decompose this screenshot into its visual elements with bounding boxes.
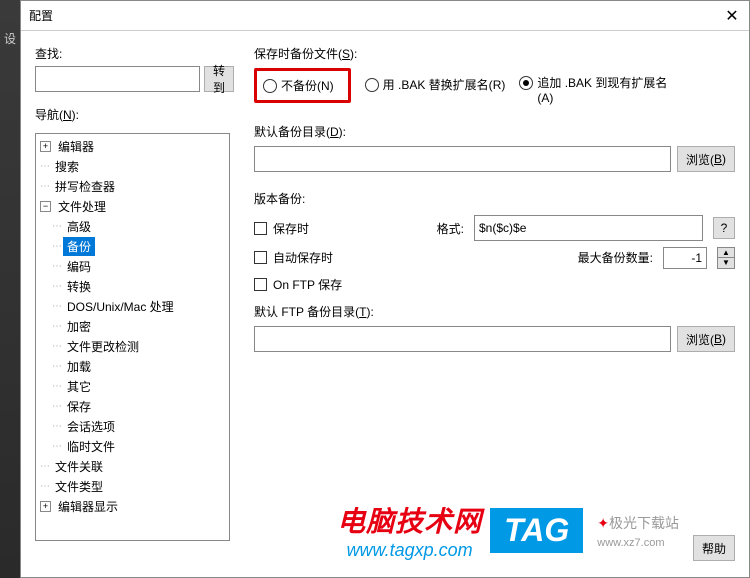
default-ftp-dir-label: 默认 FTP 备份目录(T): [254,303,735,320]
max-backup-spinner[interactable]: ▲▼ [717,247,735,269]
tree-item-save[interactable]: 保存 [63,397,95,416]
tree-item-search[interactable]: 搜索 [51,157,83,176]
cb-on-autosave[interactable]: 自动保存时 [254,249,394,266]
radio-bak-ext[interactable]: 用 .BAK 替换扩展名(R) [365,76,506,93]
cb-on-save[interactable]: 保存时 [254,220,394,237]
tree-item-file-assoc[interactable]: 文件关联 [51,457,107,476]
radio-no-backup[interactable]: 不备份(N) [263,77,334,94]
watermark-title: 电脑技术网 [337,500,482,540]
help-button[interactable]: 帮助 [693,535,735,561]
tree-item-encrypt[interactable]: 加密 [63,317,95,336]
version-backup-label: 版本备份: [254,190,735,207]
tree-item-file-type[interactable]: 文件类型 [51,477,107,496]
tree-item-session[interactable]: 会话选项 [63,417,119,436]
default-ftp-dir-input[interactable] [254,326,671,352]
collapse-icon[interactable]: − [40,201,51,212]
format-input[interactable] [474,215,703,241]
nav-label: 导航(N): [35,106,230,123]
browse-button-1[interactable]: 浏览(B) [677,146,735,172]
search-label: 查找: [35,45,230,62]
cb-on-ftp[interactable]: On FTP 保存 [254,276,735,293]
watermark-url: www.tagxp.com [347,540,473,561]
tree-item-encoding[interactable]: 编码 [63,257,95,276]
format-label: 格式: [404,220,464,237]
tree-item-misc[interactable]: 其它 [63,377,95,396]
tree-item-advanced[interactable]: 高级 [63,217,95,236]
watermark-jg: ✦极光下载站 www.xz7.com [597,513,679,549]
search-input[interactable] [35,66,200,92]
tree-item-convert[interactable]: 转换 [63,277,95,296]
save-backup-label: 保存时备份文件(S): [254,45,735,62]
go-button[interactable]: 转到 [204,66,234,92]
default-backup-dir-label: 默认备份目录(D): [254,123,735,140]
max-backup-label: 最大备份数量: [578,249,653,266]
max-backup-input[interactable] [663,247,707,269]
tree-item-file-handling[interactable]: 文件处理 [54,197,110,216]
default-backup-dir-input[interactable] [254,146,671,172]
tree-item-backup[interactable]: 备份 [63,237,95,256]
watermark-tag: TAG [490,508,583,553]
window-title: 配置 [29,7,53,24]
tree-item-editor[interactable]: 编辑器 [54,137,98,156]
tree-item-change-detect[interactable]: 文件更改检测 [63,337,143,356]
tree-item-editor-disp[interactable]: 编辑器显示 [54,497,122,516]
expand-icon[interactable]: + [40,141,51,152]
format-help-button[interactable]: ? [713,217,735,239]
tree-item-load[interactable]: 加载 [63,357,95,376]
close-icon[interactable]: ✕ [723,7,741,25]
tree-item-dosunix[interactable]: DOS/Unix/Mac 处理 [63,297,178,316]
expand-icon[interactable]: + [40,501,51,512]
watermark: 电脑技术网 www.tagxp.com TAG ✦极光下载站 www.xz7.c… [337,500,679,561]
browse-button-2[interactable]: 浏览(B) [677,326,735,352]
radio-append-bak[interactable]: 追加 .BAK 到现有扩展名(A) [519,74,667,105]
nav-tree[interactable]: +编辑器 ⋯搜索 ⋯拼写检查器 −文件处理 ⋯高级 ⋯备份 ⋯编码 ⋯转换 ⋯D… [35,133,230,541]
tree-item-spell[interactable]: 拼写检查器 [51,177,119,196]
tree-item-temp[interactable]: 临时文件 [63,437,119,456]
